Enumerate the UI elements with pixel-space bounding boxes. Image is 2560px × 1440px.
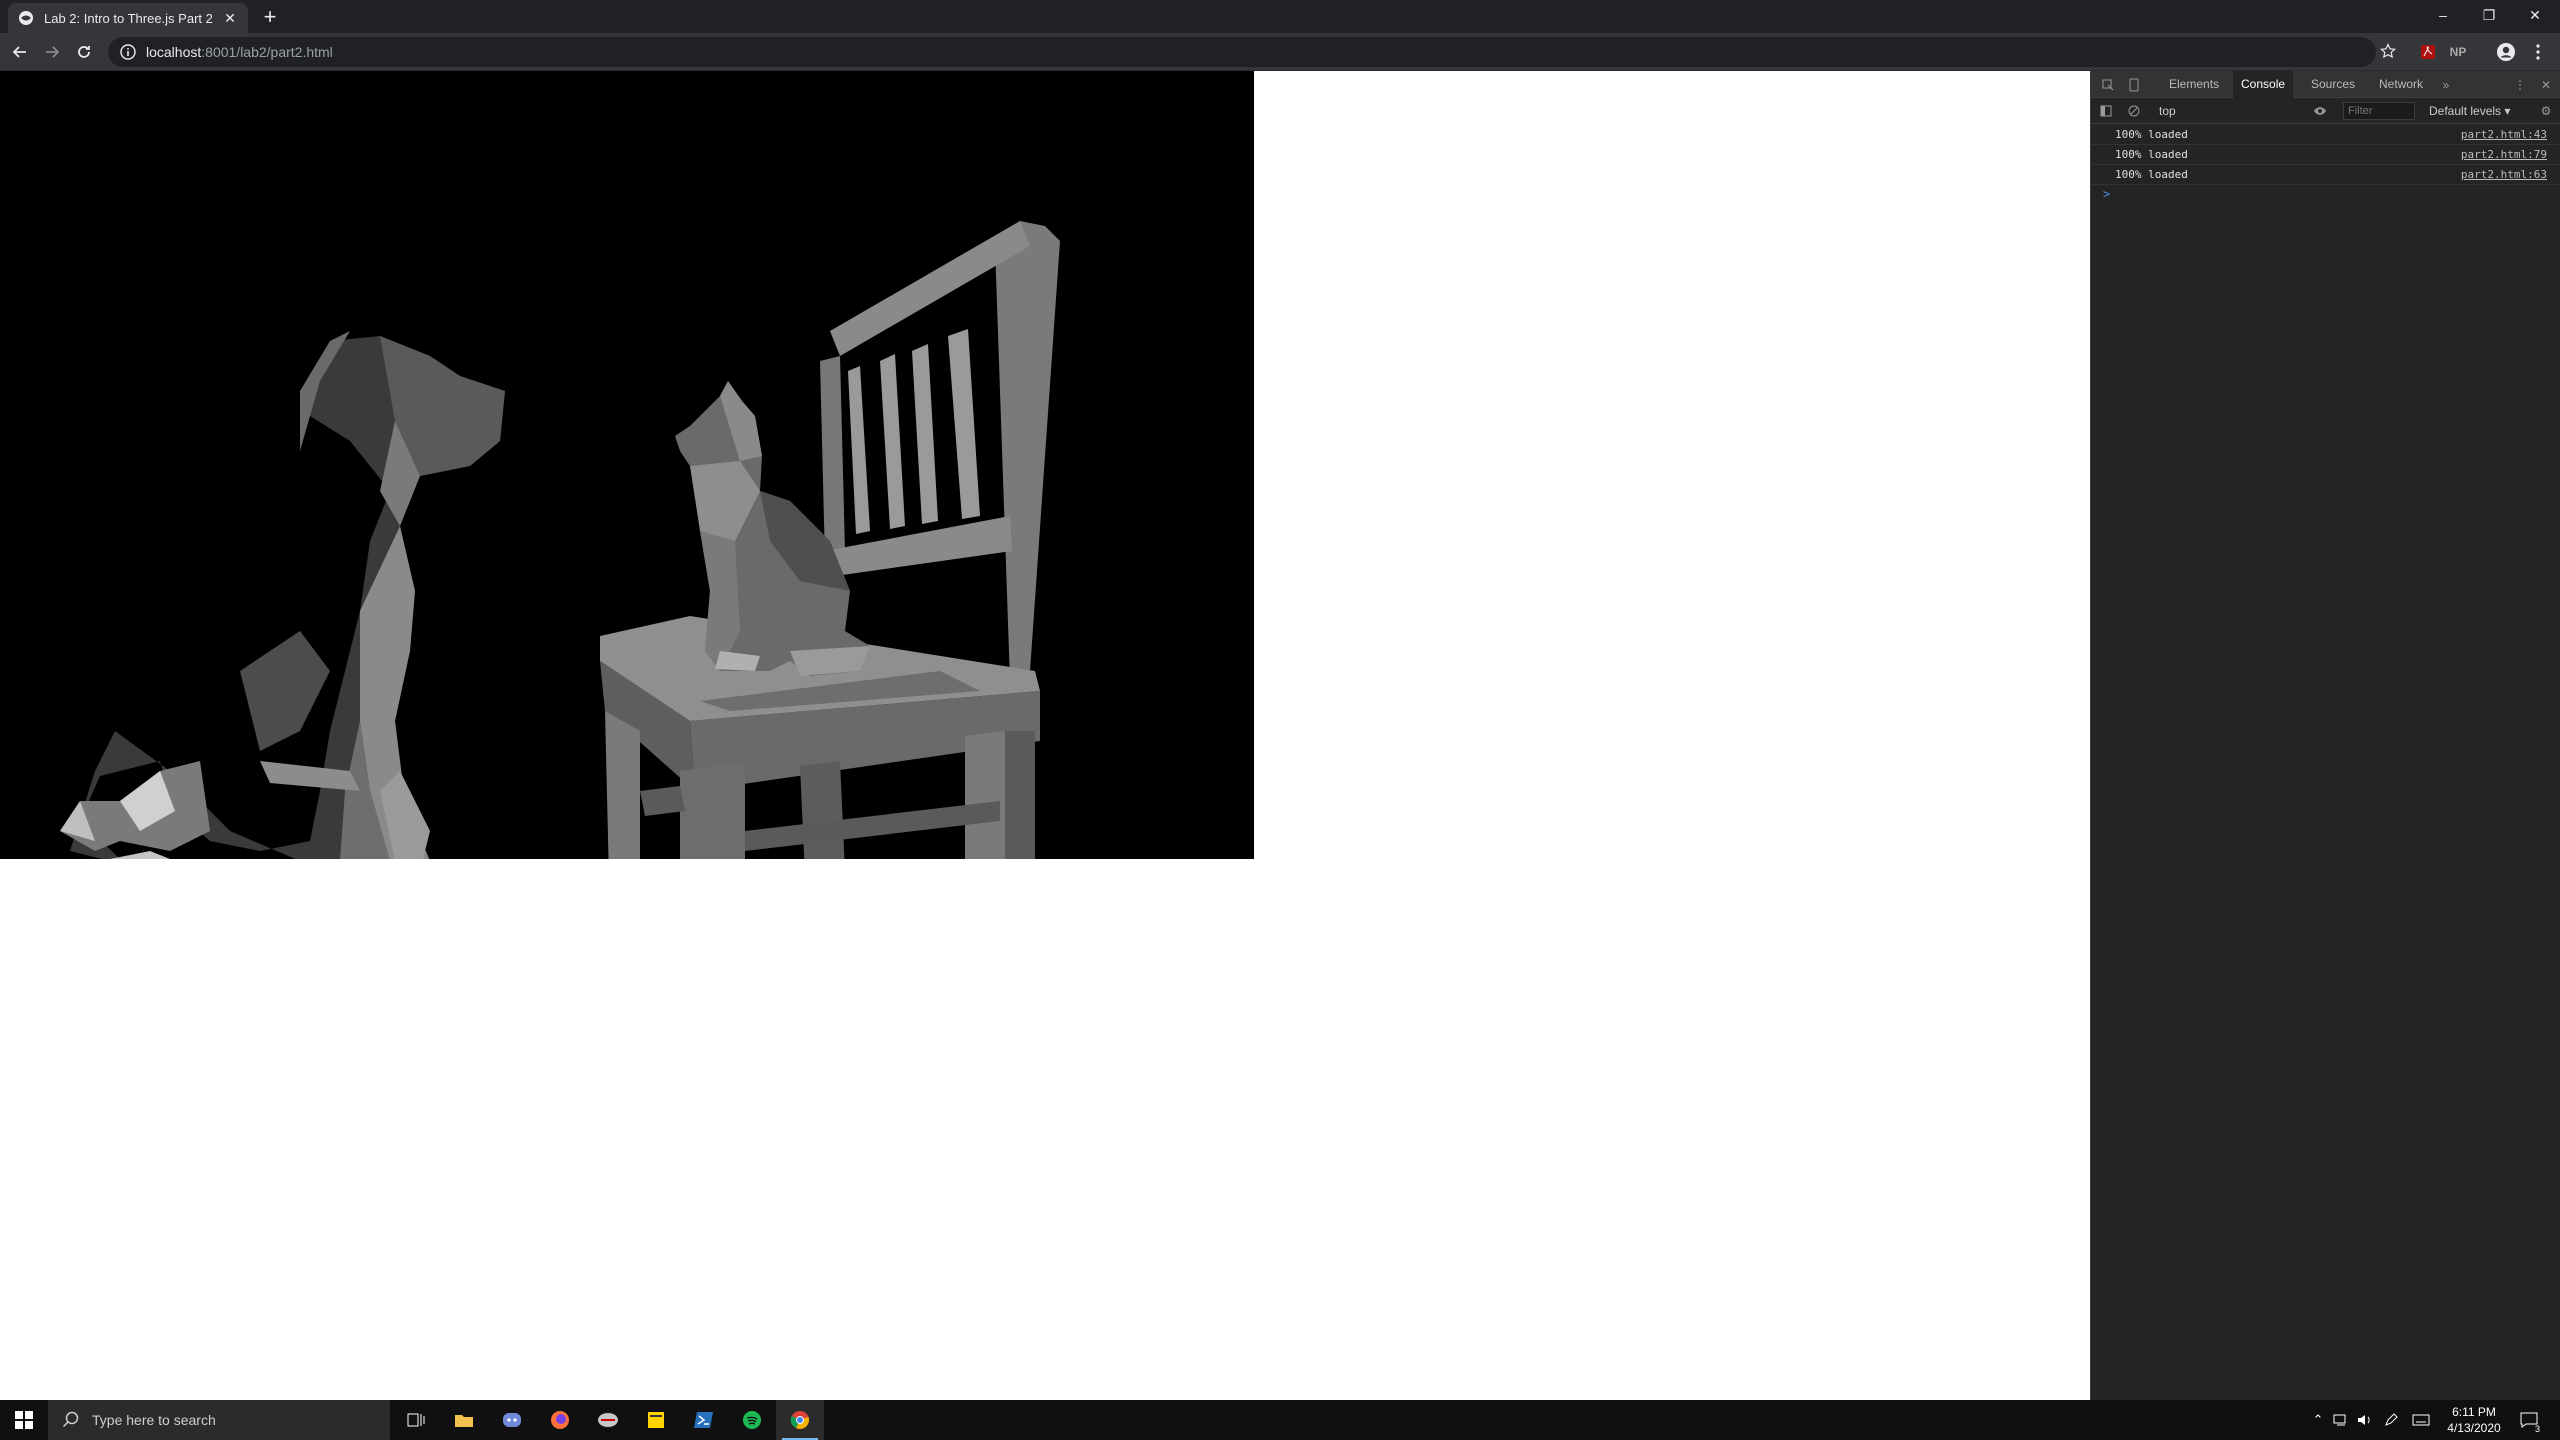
taskbar-search[interactable]: Type here to search: [48, 1400, 390, 1440]
volume-icon[interactable]: [2354, 1400, 2376, 1440]
file-explorer-icon[interactable]: [440, 1400, 488, 1440]
console-log: 100% loaded part2.html:43 100% loaded pa…: [2091, 125, 2560, 201]
arrow-left-icon: [12, 46, 26, 58]
new-tab-button[interactable]: +: [258, 6, 282, 30]
tab-network[interactable]: Network: [2371, 71, 2431, 98]
np-extension-icon[interactable]: NP: [2446, 40, 2470, 64]
url-path: :8001/lab2/part2.html: [201, 44, 333, 60]
show-hidden-icons-chevron-icon[interactable]: ⌃: [2306, 1400, 2330, 1440]
minimize-button[interactable]: –: [2420, 0, 2466, 30]
devtools-tabbar: Elements Console Sources Network » ⋮ ✕: [2091, 71, 2560, 98]
window-close-button[interactable]: ✕: [2512, 0, 2558, 30]
task-view-icon[interactable]: [392, 1400, 440, 1440]
clear-console-icon[interactable]: [2125, 102, 2143, 120]
devtools-panel: Elements Console Sources Network » ⋮ ✕ t…: [2090, 71, 2560, 1400]
remote-desktop-icon[interactable]: [584, 1400, 632, 1440]
search-placeholder: Type here to search: [92, 1412, 216, 1428]
clock-date: 4/13/2020: [2447, 1421, 2501, 1435]
network-icon[interactable]: [2330, 1400, 2352, 1440]
taskbar: Type here to search ⌃ 6:11 PM 4/13/2020: [0, 1400, 2560, 1440]
restore-button[interactable]: ❐: [2466, 0, 2512, 30]
tab-elements[interactable]: Elements: [2161, 71, 2227, 98]
log-source-link[interactable]: part2.html:79: [2461, 145, 2547, 165]
address-bar[interactable]: localhost:8001/lab2/part2.html: [108, 37, 2376, 67]
browser-toolbar: localhost:8001/lab2/part2.html NP: [0, 33, 2560, 71]
log-text: 100% loaded: [2115, 168, 2188, 181]
tab-close-icon[interactable]: ✕: [222, 10, 238, 26]
chair-model: [600, 221, 1060, 859]
scene-render: [60, 221, 1060, 859]
pdf-extension-icon[interactable]: [2416, 40, 2440, 64]
threejs-canvas[interactable]: [0, 71, 1254, 859]
taskbar-clock[interactable]: 6:11 PM 4/13/2020: [2444, 1404, 2504, 1436]
browser-tab[interactable]: Lab 2: Intro to Three.js Part 2 ✕: [8, 3, 248, 33]
clock-time: 6:11 PM: [2452, 1405, 2496, 1419]
dog-model: [60, 331, 505, 859]
forward-button[interactable]: [40, 40, 64, 64]
device-toolbar-icon[interactable]: [2125, 76, 2143, 94]
console-message: 100% loaded part2.html:79: [2091, 145, 2560, 165]
tab-sources[interactable]: Sources: [2303, 71, 2363, 98]
context-label: top: [2159, 104, 2176, 118]
tab-strip: Lab 2: Intro to Three.js Part 2 ✕ + – ❐ …: [0, 0, 2560, 33]
keyboard-icon[interactable]: [2408, 1400, 2434, 1440]
notification-badge: 3: [2534, 1424, 2540, 1434]
start-button[interactable]: [0, 1400, 48, 1440]
sticky-notes-icon[interactable]: [632, 1400, 680, 1440]
pen-icon[interactable]: [2380, 1400, 2402, 1440]
info-icon[interactable]: [120, 44, 136, 60]
console-settings-gear-icon[interactable]: ⚙: [2537, 102, 2555, 120]
inspect-element-icon[interactable]: [2099, 76, 2117, 94]
console-message: 100% loaded part2.html:63: [2091, 165, 2560, 185]
log-text: 100% loaded: [2115, 128, 2188, 141]
log-source-link[interactable]: part2.html:63: [2461, 165, 2547, 185]
url-host: localhost: [146, 44, 202, 60]
reload-button[interactable]: [72, 40, 96, 64]
console-filterbar: top ▾ Default levels ▾ ⚙: [2091, 98, 2560, 124]
url-text: localhost:8001/lab2/part2.html: [146, 44, 333, 60]
spotify-icon[interactable]: [728, 1400, 776, 1440]
browser-menu-icon[interactable]: [2526, 40, 2550, 64]
tab-console[interactable]: Console: [2233, 71, 2294, 98]
reload-icon: [78, 46, 90, 58]
log-source-link[interactable]: part2.html:43: [2461, 125, 2547, 145]
firefox-icon[interactable]: [536, 1400, 584, 1440]
globe-icon: [19, 11, 33, 25]
levels-dropdown-icon: ▾: [2504, 104, 2511, 118]
log-levels-dropdown[interactable]: Default levels ▾: [2429, 102, 2510, 120]
sidebar-toggle-icon[interactable]: [2097, 102, 2115, 120]
log-text: 100% loaded: [2115, 148, 2188, 161]
tab-title: Lab 2: Intro to Three.js Part 2: [44, 10, 213, 26]
devtools-menu-icon[interactable]: ⋮: [2511, 76, 2529, 94]
devtools-close-icon[interactable]: ✕: [2537, 76, 2555, 94]
console-prompt[interactable]: >: [2103, 187, 2110, 201]
discord-icon[interactable]: [488, 1400, 536, 1440]
console-filter-input[interactable]: [2343, 102, 2415, 120]
page-viewport: [0, 71, 2090, 1400]
action-center-icon[interactable]: 3: [2514, 1400, 2544, 1440]
windows-logo-icon: [15, 1411, 33, 1429]
chrome-icon[interactable]: [776, 1400, 824, 1440]
search-icon: [62, 1411, 79, 1428]
console-message: 100% loaded part2.html:43: [2091, 125, 2560, 145]
more-tabs-chevron-icon[interactable]: »: [2437, 76, 2455, 94]
profile-avatar-icon[interactable]: [2494, 40, 2518, 64]
powershell-icon[interactable]: [680, 1400, 728, 1440]
log-levels-label: Default levels: [2429, 104, 2502, 118]
arrow-right-icon: [46, 46, 60, 58]
back-button[interactable]: [8, 40, 32, 64]
bookmark-star-icon[interactable]: [2376, 39, 2400, 63]
eye-icon[interactable]: [2311, 102, 2329, 120]
